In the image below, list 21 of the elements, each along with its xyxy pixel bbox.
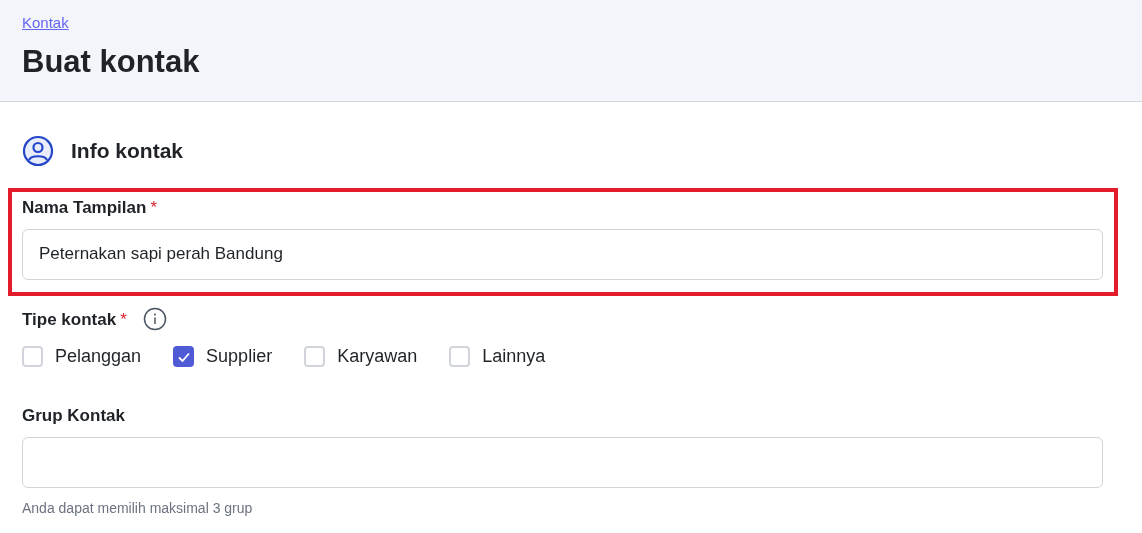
hint-text: Anda dapat memilih maksimal 3 grup [22,498,254,518]
checkbox[interactable] [173,346,195,367]
user-icon [22,135,54,167]
checkbox[interactable] [22,346,43,367]
text-field[interactable]: Peternakan sapi perah Bandung [22,228,1103,280]
checkbox-label: Lainnya [482,345,546,368]
breadcrumb-link[interactable]: Kontak [22,12,69,35]
field-label: Tipe kontak [22,308,117,331]
required-mark: * [120,308,127,331]
required-mark: * [150,197,157,219]
checkbox[interactable] [449,346,471,367]
text-field[interactable] [22,436,1103,488]
checkbox-label: Supplier [206,345,273,368]
page-title: Buat kontak [22,42,201,81]
info-icon[interactable] [142,307,167,332]
section-title: Info kontak [71,138,183,165]
checkbox-label: Karyawan [337,345,418,368]
checkbox-label: Pelanggan [55,345,142,368]
field-label: Nama Tampilan [22,197,147,219]
field-label: Grup Kontak [22,405,125,427]
checkbox[interactable] [304,346,326,367]
